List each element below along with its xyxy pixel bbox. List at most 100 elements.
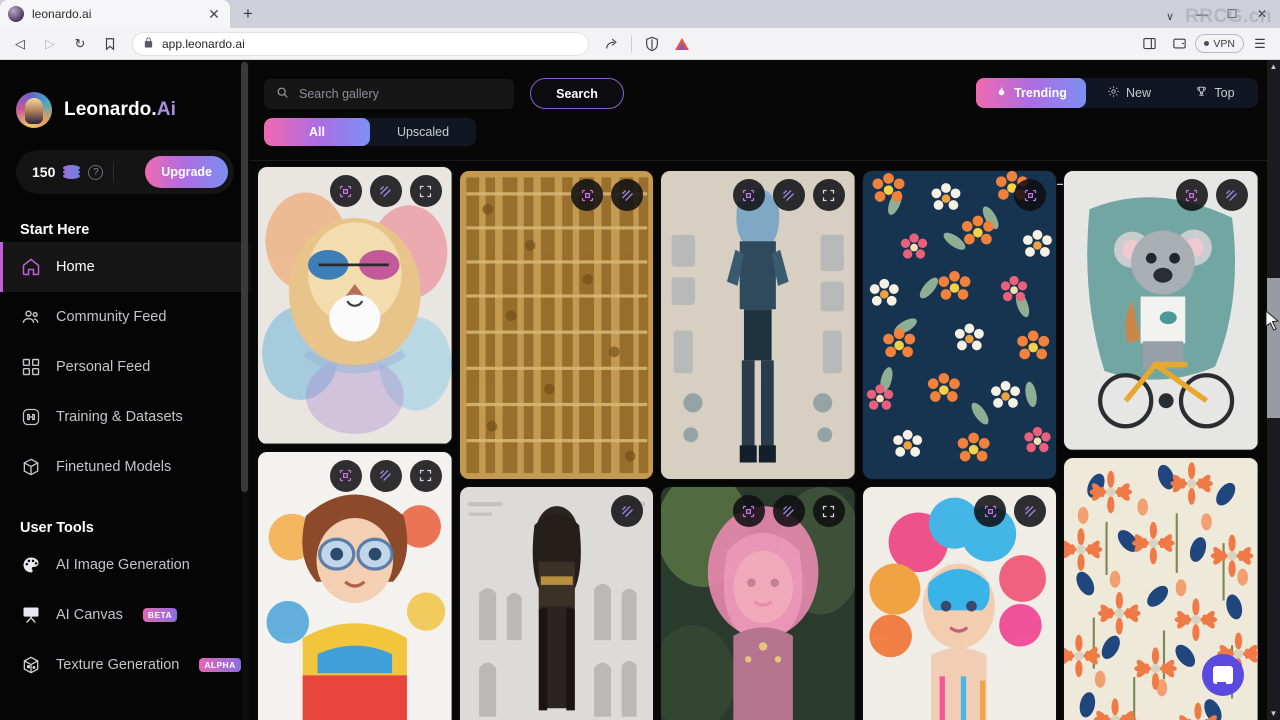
lion-watercolor-artwork <box>258 167 452 444</box>
upscale-icon[interactable] <box>974 495 1007 528</box>
gallery-card-blue-haired-warrior-artwork[interactable] <box>661 171 855 480</box>
tab-top[interactable]: Top <box>1172 78 1258 108</box>
browser-tab-strip: leonardo.ai ✕ + ∨ — ☐ ✕ RRCG.cn <box>0 0 1280 28</box>
upscale-icon[interactable] <box>1014 179 1047 211</box>
sidebar-item-home[interactable]: Home <box>0 242 250 292</box>
card-actions <box>571 179 644 211</box>
variations-icon[interactable] <box>772 495 805 528</box>
flame-icon <box>995 85 1008 101</box>
variations-icon[interactable] <box>1215 179 1248 211</box>
expand-icon[interactable] <box>409 175 442 207</box>
page-scrollbar-thumb[interactable] <box>1267 278 1280 418</box>
gallery-card-pink-haired-fairy-artwork[interactable] <box>661 487 855 720</box>
sidebar-item-label: AI Image Generation <box>56 557 190 573</box>
sidebar-item-personal-feed[interactable]: Personal Feed <box>0 342 250 392</box>
credits-divider <box>113 162 115 182</box>
upscale-icon[interactable] <box>1175 179 1208 211</box>
upscale-icon[interactable] <box>732 179 765 211</box>
sidebar-item-label: Community Feed <box>56 309 167 325</box>
sidebar-item-ai-image-generation[interactable]: AI Image Generation <box>0 540 250 590</box>
upscale-icon[interactable] <box>571 179 604 211</box>
tab-new[interactable]: New <box>1086 78 1172 108</box>
sidebar-scrollbar-track[interactable] <box>241 60 249 720</box>
leonardo-app: Leonardo.Ai 150 ? Upgrade Start Here Hom… <box>0 60 1280 720</box>
upscale-icon[interactable] <box>329 459 362 492</box>
search-icon <box>276 86 289 102</box>
gallery-card-orange-floral-pattern-artwork[interactable] <box>862 171 1057 480</box>
vpn-label: VPN <box>1213 37 1235 50</box>
brave-triangle-icon[interactable] <box>668 31 696 57</box>
maximize-button[interactable]: ☐ <box>1218 2 1246 26</box>
sparkle-icon <box>1107 85 1120 101</box>
sidebar-item-finetuned-models[interactable]: Finetuned Models <box>0 442 250 492</box>
tab-search-chevron-icon[interactable]: ∨ <box>1152 4 1188 28</box>
bookmark-icon[interactable] <box>96 31 124 57</box>
variations-icon[interactable] <box>611 495 644 528</box>
reload-icon[interactable]: ↻ <box>66 31 94 57</box>
gallery-sort-tabs: Trending New Top <box>976 78 1258 108</box>
scrollbar-up-arrow-icon[interactable]: ▲ <box>1267 60 1280 73</box>
brand-name: Leonardo.Ai <box>64 99 176 121</box>
sidebar-item-training-datasets[interactable]: Training & Datasets <box>0 392 250 442</box>
tab-title: leonardo.ai <box>32 7 92 21</box>
variations-icon[interactable] <box>1014 495 1047 528</box>
tab-trending[interactable]: Trending <box>976 78 1086 108</box>
gallery-columns <box>258 161 1258 720</box>
address-bar[interactable]: app.leonardo.ai <box>132 31 590 56</box>
toolbar-divider <box>631 35 633 52</box>
browser-menu-icon[interactable]: ☰ <box>1246 31 1274 57</box>
card-actions <box>329 175 442 207</box>
intercom-chat-button[interactable] <box>1202 654 1244 696</box>
window-close-button[interactable]: ✕ <box>1248 2 1276 26</box>
sidebar-item-ai-canvas[interactable]: AI Canvas BETA <box>0 590 250 640</box>
variations-icon[interactable] <box>611 179 644 211</box>
share-icon[interactable] <box>597 31 625 57</box>
gallery-card-hieroglyphics-artwork[interactable] <box>459 171 654 480</box>
tab-close-icon[interactable]: ✕ <box>206 7 222 21</box>
tab-upscaled[interactable]: Upscaled <box>370 118 476 146</box>
shields-icon[interactable] <box>638 31 666 57</box>
gallery-card-lion-watercolor-artwork[interactable] <box>258 167 452 444</box>
browser-tab[interactable]: leonardo.ai ✕ <box>0 0 230 28</box>
credits-bar: 150 ? Upgrade <box>16 150 234 194</box>
hieroglyphics-artwork <box>459 171 654 480</box>
upgrade-button[interactable]: Upgrade <box>145 156 228 188</box>
gallery-card-dark-warrior-woman-artwork[interactable] <box>459 487 654 720</box>
minimize-button[interactable]: — <box>1188 2 1216 26</box>
gallery-card-girl-glasses-artwork[interactable] <box>258 451 452 720</box>
card-actions <box>1175 179 1248 211</box>
upscale-icon[interactable] <box>329 175 362 207</box>
help-icon[interactable]: ? <box>88 164 104 180</box>
gallery-card-koala-bicycle-artwork[interactable] <box>1064 171 1258 450</box>
search-input[interactable] <box>299 86 502 101</box>
new-tab-button[interactable]: + <box>234 0 262 28</box>
vpn-button[interactable]: VPN <box>1195 34 1244 53</box>
gallery-column <box>862 161 1057 720</box>
expand-icon[interactable] <box>812 495 845 528</box>
search-field-wrapper[interactable] <box>264 78 514 109</box>
window-controls: — ☐ ✕ <box>1188 0 1280 28</box>
scrollbar-down-arrow-icon[interactable]: ▼ <box>1267 707 1280 720</box>
sidebar-item-community-feed[interactable]: Community Feed <box>0 292 250 342</box>
cube-icon <box>20 456 42 478</box>
blue-haired-warrior-artwork <box>661 171 855 480</box>
variations-icon[interactable] <box>369 459 402 492</box>
grid-squares-icon <box>20 356 42 378</box>
forward-icon[interactable]: ▷ <box>36 31 64 57</box>
sidebar-item-texture-generation[interactable]: Texture Generation ALPHA <box>0 640 250 690</box>
variations-icon[interactable] <box>772 179 805 211</box>
sidebar-section-title-start-here: Start Here <box>20 222 90 238</box>
gallery-card-rainbow-hair-doll-artwork[interactable] <box>862 487 1057 720</box>
upscale-icon[interactable] <box>732 495 765 528</box>
tab-all[interactable]: All <box>264 118 370 146</box>
expand-icon[interactable] <box>812 179 845 211</box>
brand[interactable]: Leonardo.Ai <box>0 60 250 128</box>
search-button[interactable]: Search <box>530 78 624 109</box>
sidebar-toggle-icon[interactable] <box>1135 31 1163 57</box>
expand-icon[interactable] <box>409 459 442 492</box>
wallet-icon[interactable] <box>1165 31 1193 57</box>
variations-icon[interactable] <box>369 175 402 207</box>
back-icon[interactable]: ◁ <box>6 31 34 57</box>
card-actions <box>974 495 1047 528</box>
sidebar-scrollbar-thumb[interactable] <box>241 62 248 492</box>
